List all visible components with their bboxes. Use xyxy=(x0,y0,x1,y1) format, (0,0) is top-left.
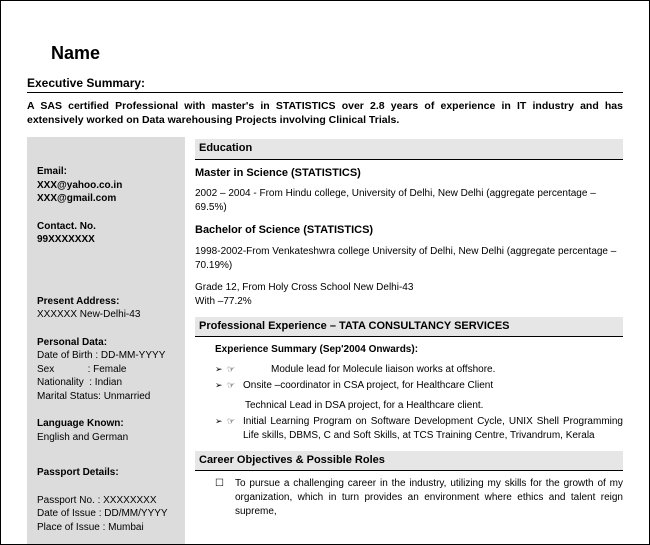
experience-item: Module lead for Molecule liaison works a… xyxy=(215,363,623,377)
experience-item: Initial Learning Program on Software Dev… xyxy=(215,415,623,443)
degree-1: Master in Science (STATISTICS) xyxy=(195,166,623,181)
sidebar: Email: XXX@yahoo.co.in XXX@gmail.com Con… xyxy=(27,137,185,545)
email-2: XXX@gmail.com xyxy=(37,192,175,206)
degree-2: Bachelor of Science (STATISTICS) xyxy=(195,223,623,238)
document-inner: Name Executive Summary: A SAS certified … xyxy=(27,15,623,545)
sex: Sex : Female xyxy=(37,363,175,377)
experience-heading: Professional Experience – TATA CONSULTAN… xyxy=(195,317,623,337)
language-value: English and German xyxy=(37,431,175,445)
grade12: Grade 12, From Holy Cross School New Del… xyxy=(195,281,623,295)
objectives-heading: Career Objectives & Possible Roles xyxy=(195,451,623,471)
place-issue: Place of Issue : Mumbai xyxy=(37,521,175,535)
executive-summary-heading: Executive Summary: xyxy=(27,76,623,93)
candidate-name: Name xyxy=(51,43,623,64)
experience-summary-heading: Experience Summary (Sep'2004 Onwards): xyxy=(215,343,623,357)
executive-summary-text: A SAS certified Professional with master… xyxy=(27,99,623,127)
address-value: XXXXXX New-Delhi-43 xyxy=(37,308,175,322)
experience-item-sub: Technical Lead in DSA project, for a Hea… xyxy=(195,399,623,413)
contact-value: 99XXXXXXX xyxy=(37,233,175,247)
language-label: Language Known: xyxy=(37,417,175,431)
experience-item: Onsite –coordinator in CSA project, for … xyxy=(215,379,623,393)
address-label: Present Address: xyxy=(37,295,175,309)
experience-list: Module lead for Molecule liaison works a… xyxy=(215,363,623,393)
date-issue: Date of Issue : DD/MM/YYYY xyxy=(37,507,175,521)
degree-2-detail: 1998-2002-From Venkateshwra college Univ… xyxy=(195,245,623,273)
passport-no: Passport No. : XXXXXXXX xyxy=(37,494,175,508)
experience-list-2: Initial Learning Program on Software Dev… xyxy=(215,415,623,443)
grade12-pct: With –77.2% xyxy=(195,295,623,309)
objective-item: To pursue a challenging career in the in… xyxy=(215,477,623,519)
email-label: Email: xyxy=(37,165,175,179)
content-columns: Email: XXX@yahoo.co.in XXX@gmail.com Con… xyxy=(27,137,623,545)
education-heading: Education xyxy=(195,139,623,159)
nationality: Nationality : Indian xyxy=(37,376,175,390)
passport-label: Passport Details: xyxy=(37,466,175,480)
contact-label: Contact. No. xyxy=(37,220,175,234)
document-page: Name Executive Summary: A SAS certified … xyxy=(0,0,650,545)
dob: Date of Birth : DD-MM-YYYY xyxy=(37,349,175,363)
marital: Marital Status: Unmarried xyxy=(37,390,175,404)
main-column: Education Master in Science (STATISTICS)… xyxy=(195,137,623,545)
personal-data-label: Personal Data: xyxy=(37,336,175,350)
degree-1-detail: 2002 – 2004 - From Hindu college, Univer… xyxy=(195,187,623,215)
objectives-list: To pursue a challenging career in the in… xyxy=(215,477,623,519)
email-1: XXX@yahoo.co.in xyxy=(37,179,175,193)
